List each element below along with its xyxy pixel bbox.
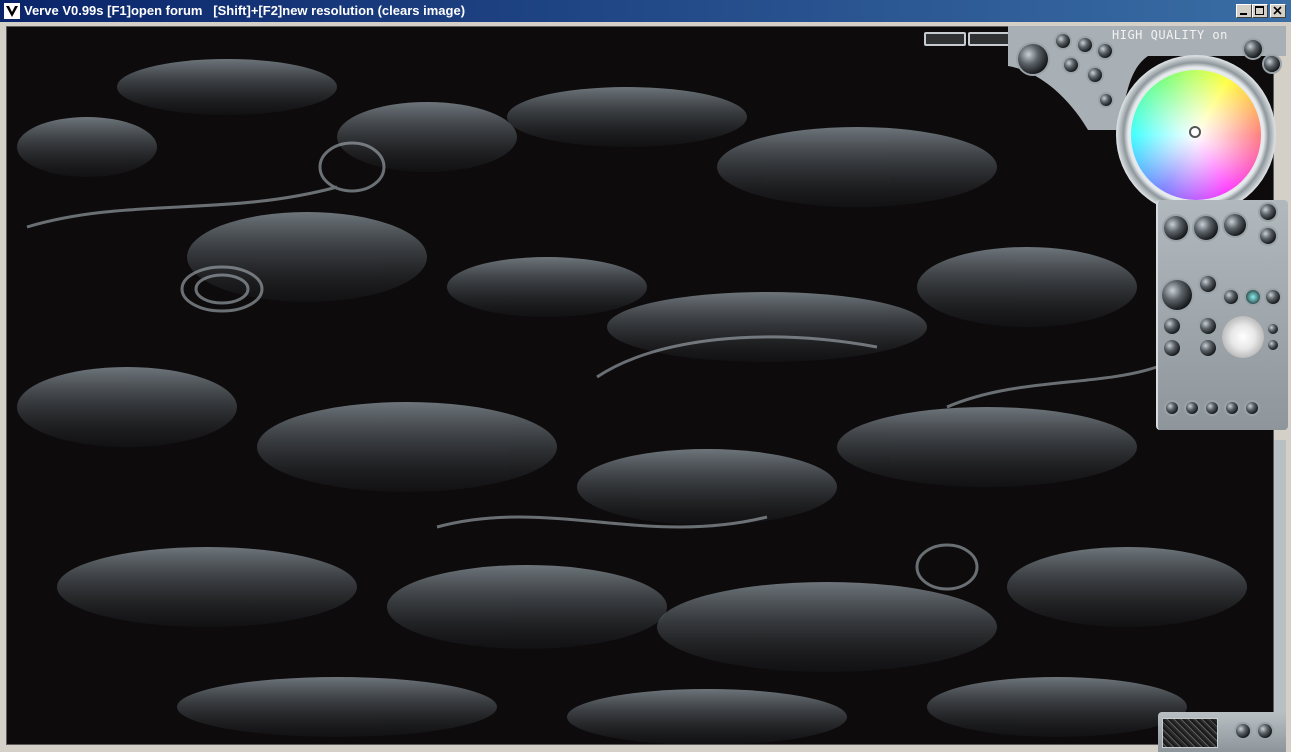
opacity-knob-3[interactable]: [1224, 214, 1246, 236]
layer-button-1[interactable]: [1166, 402, 1178, 414]
layer-button-2[interactable]: [1186, 402, 1198, 414]
right-scroll-strip[interactable]: [1274, 440, 1286, 712]
color-cursor[interactable]: [1189, 126, 1201, 138]
minimize-button[interactable]: [1236, 4, 1252, 18]
layer-button-4[interactable]: [1226, 402, 1238, 414]
brush-knob-7[interactable]: [1164, 340, 1180, 356]
tool-knob-6[interactable]: [1100, 94, 1112, 106]
minimize-icon: [1240, 13, 1247, 15]
painting-canvas[interactable]: [6, 26, 1274, 745]
window-title: Verve V0.99s [F1]open forum [Shift]+[F2]…: [24, 3, 466, 18]
slider-slot-2[interactable]: [968, 32, 1010, 46]
blend-knob-2[interactable]: [1260, 228, 1276, 244]
painted-texture: [7, 27, 1273, 744]
opacity-knob-1[interactable]: [1164, 216, 1188, 240]
close-icon: [1273, 6, 1282, 15]
bottom-knob-2[interactable]: [1258, 724, 1272, 738]
layer-button-5[interactable]: [1246, 402, 1258, 414]
bottom-knob-1[interactable]: [1236, 724, 1250, 738]
high-quality-toggle[interactable]: HIGH QUALITY on: [1112, 28, 1228, 42]
brush-knob-1[interactable]: [1200, 276, 1216, 292]
brush-knob-3[interactable]: [1246, 290, 1260, 304]
tool-knob-3[interactable]: [1098, 44, 1112, 58]
brush-knob-8[interactable]: [1200, 340, 1216, 356]
brush-knob-4[interactable]: [1266, 290, 1280, 304]
picker-knob-2[interactable]: [1264, 56, 1280, 72]
brush-knob-2[interactable]: [1224, 290, 1238, 304]
brush-size-knob[interactable]: [1018, 44, 1048, 74]
brush-preview-icon: [1222, 316, 1264, 358]
close-button[interactable]: [1270, 4, 1286, 18]
tool-knob-4[interactable]: [1064, 58, 1078, 72]
brush-knob-10[interactable]: [1268, 340, 1278, 350]
maximize-icon: [1255, 6, 1264, 15]
layer-button-3[interactable]: [1206, 402, 1218, 414]
noise-texture-preview[interactable]: [1162, 718, 1218, 748]
tool-knob-5[interactable]: [1088, 68, 1102, 82]
tool-knob-1[interactable]: [1056, 34, 1070, 48]
verve-app-icon: [4, 3, 20, 19]
opacity-knob-2[interactable]: [1194, 216, 1218, 240]
maximize-button[interactable]: [1252, 4, 1268, 18]
brush-size-dial[interactable]: [1162, 280, 1192, 310]
brush-knob-9[interactable]: [1268, 324, 1278, 334]
slider-slot-1[interactable]: [924, 32, 966, 46]
brush-knob-5[interactable]: [1164, 318, 1180, 334]
picker-knob[interactable]: [1244, 40, 1262, 58]
blend-knob-1[interactable]: [1260, 204, 1276, 220]
title-bar[interactable]: Verve V0.99s [F1]open forum [Shift]+[F2]…: [0, 0, 1291, 22]
tool-knob-2[interactable]: [1078, 38, 1092, 52]
brush-knob-6[interactable]: [1200, 318, 1216, 334]
